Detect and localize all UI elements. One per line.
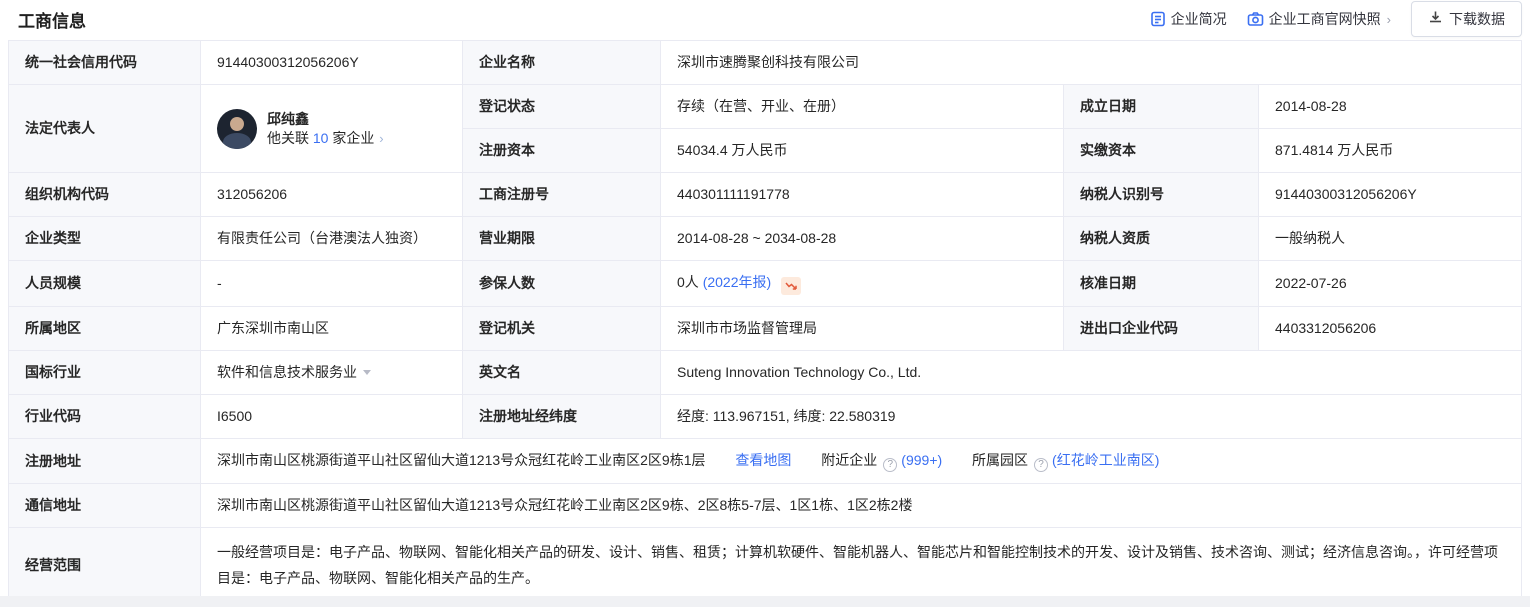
reg-authority-label: 登记机关 <box>463 307 661 351</box>
company-profile-link[interactable]: 企业简况 <box>1150 9 1227 29</box>
insured-count-cell: 0人 (2022年报) <box>661 261 1064 307</box>
page-background-strip <box>0 596 1530 607</box>
company-name-value: 深圳市速腾聚创科技有限公司 <box>661 41 1522 85</box>
industry-label: 国标行业 <box>9 351 201 395</box>
company-type-label: 企业类型 <box>9 217 201 261</box>
credit-code-label: 统一社会信用代码 <box>9 41 201 85</box>
credit-code-value: 91440300312056206Y <box>201 41 463 85</box>
legal-rep-label: 法定代表人 <box>9 85 201 173</box>
chevron-right-icon: › <box>1387 12 1391 27</box>
business-info-table: 统一社会信用代码 91440300312056206Y 企业名称 深圳市速腾聚创… <box>8 40 1522 603</box>
table-row: 法定代表人 邱纯鑫 他关联 10 家企业 › 登记状态 存续（在营、开业、在册）… <box>9 85 1522 129</box>
taxpayer-quality-label: 纳税人资质 <box>1064 217 1259 261</box>
english-name-label: 英文名 <box>463 351 661 395</box>
insured-count-label: 参保人数 <box>463 261 661 307</box>
mail-address-value: 深圳市南山区桃源街道平山社区留仙大道1213号众冠红花岭工业南区2区9栋、2区8… <box>201 484 1522 528</box>
paid-capital-value: 871.4814 万人民币 <box>1259 129 1522 173</box>
section-header: 工商信息 企业简况 企业工商官网快照 › 下载数据 <box>0 0 1530 40</box>
insured-count-value: 0人 <box>677 274 699 290</box>
table-row: 经营范围 一般经营项目是：电子产品、物联网、智能化相关产品的研发、设计、销售、租… <box>9 528 1522 603</box>
business-info-table-wrap: 统一社会信用代码 91440300312056206Y 企业名称 深圳市速腾聚创… <box>0 40 1530 603</box>
mail-address-label: 通信地址 <box>9 484 201 528</box>
table-row: 行业代码 I6500 注册地址经纬度 经度: 113.967151, 纬度: 2… <box>9 395 1522 439</box>
help-icon[interactable]: ? <box>1034 458 1048 472</box>
table-row: 企业类型 有限责任公司（台港澳法人独资） 营业期限 2014-08-28 ~ 2… <box>9 217 1522 261</box>
staff-size-label: 人员规模 <box>9 261 201 307</box>
business-term-value: 2014-08-28 ~ 2034-08-28 <box>661 217 1064 261</box>
official-snapshot-label: 企业工商官网快照 <box>1269 9 1381 29</box>
park-label: 所属园区 <box>972 452 1028 468</box>
staff-size-value: - <box>201 261 463 307</box>
nearby-companies-link[interactable]: (999+) <box>901 452 942 468</box>
related-suffix: 家企业 <box>332 130 374 146</box>
table-row: 通信地址 深圳市南山区桃源街道平山社区留仙大道1213号众冠红花岭工业南区2区9… <box>9 484 1522 528</box>
industry-cell: 软件和信息技术服务业 <box>201 351 463 395</box>
chevron-right-icon: › <box>379 131 383 146</box>
business-term-label: 营业期限 <box>463 217 661 261</box>
annual-report-link[interactable]: (2022年报) <box>703 274 771 290</box>
reg-address-cell: 深圳市南山区桃源街道平山社区留仙大道1213号众冠红花岭工业南区2区9栋1层 查… <box>201 439 1522 484</box>
region-value: 广东深圳市南山区 <box>201 307 463 351</box>
legal-rep-avatar[interactable] <box>217 109 257 149</box>
taxpayer-quality-value: 一般纳税人 <box>1259 217 1522 261</box>
declining-chart-icon[interactable] <box>781 277 801 295</box>
park-link[interactable]: (红花岭工业南区) <box>1052 452 1159 468</box>
business-scope-label: 经营范围 <box>9 528 201 603</box>
download-icon <box>1428 10 1443 28</box>
legal-rep-related[interactable]: 他关联 10 家企业 › <box>267 129 384 148</box>
table-row: 所属地区 广东深圳市南山区 登记机关 深圳市市场监督管理局 进出口企业代码 44… <box>9 307 1522 351</box>
reg-coordinates-value: 经度: 113.967151, 纬度: 22.580319 <box>661 395 1522 439</box>
org-code-label: 组织机构代码 <box>9 173 201 217</box>
company-profile-label: 企业简况 <box>1171 9 1227 29</box>
header-actions: 企业简况 企业工商官网快照 › 下载数据 <box>1150 1 1522 37</box>
camera-icon <box>1247 11 1264 27</box>
approval-date-value: 2022-07-26 <box>1259 261 1522 307</box>
approval-date-label: 核准日期 <box>1064 261 1259 307</box>
chevron-down-icon[interactable] <box>363 370 371 375</box>
industry-code-value: I6500 <box>201 395 463 439</box>
reg-status-label: 登记状态 <box>463 85 661 129</box>
table-row: 统一社会信用代码 91440300312056206Y 企业名称 深圳市速腾聚创… <box>9 41 1522 85</box>
import-export-code-value: 4403312056206 <box>1259 307 1522 351</box>
table-row: 人员规模 - 参保人数 0人 (2022年报) 核准日期 2022-07-26 <box>9 261 1522 307</box>
reg-coordinates-label: 注册地址经纬度 <box>463 395 661 439</box>
region-label: 所属地区 <box>9 307 201 351</box>
reg-status-value: 存续（在营、开业、在册） <box>661 85 1064 129</box>
taxpayer-id-value: 91440300312056206Y <box>1259 173 1522 217</box>
reg-number-value: 440301111191778 <box>661 173 1064 217</box>
document-icon <box>1150 11 1166 27</box>
nearby-companies-label: 附近企业 <box>821 452 877 468</box>
view-map-link[interactable]: 查看地图 <box>735 452 791 468</box>
paid-capital-label: 实缴资本 <box>1064 129 1259 173</box>
import-export-code-label: 进出口企业代码 <box>1064 307 1259 351</box>
reg-capital-value: 54034.4 万人民币 <box>661 129 1064 173</box>
business-scope-value: 一般经营项目是：电子产品、物联网、智能化相关产品的研发、设计、销售、租赁；计算机… <box>201 528 1522 603</box>
company-name-label: 企业名称 <box>463 41 661 85</box>
page-title: 工商信息 <box>18 7 86 32</box>
industry-value: 软件和信息技术服务业 <box>217 364 357 380</box>
download-data-button[interactable]: 下载数据 <box>1411 1 1522 37</box>
establish-date-value: 2014-08-28 <box>1259 85 1522 129</box>
legal-rep-name[interactable]: 邱纯鑫 <box>267 110 384 129</box>
legal-rep-cell: 邱纯鑫 他关联 10 家企业 › <box>201 85 463 173</box>
reg-number-label: 工商注册号 <box>463 173 661 217</box>
download-data-label: 下载数据 <box>1449 9 1505 29</box>
industry-code-label: 行业代码 <box>9 395 201 439</box>
reg-capital-label: 注册资本 <box>463 129 661 173</box>
related-count-link[interactable]: 10 <box>313 130 329 146</box>
help-icon[interactable]: ? <box>883 458 897 472</box>
related-prefix: 他关联 <box>267 130 309 146</box>
reg-address-value: 深圳市南山区桃源街道平山社区留仙大道1213号众冠红花岭工业南区2区9栋1层 <box>217 452 706 468</box>
taxpayer-id-label: 纳税人识别号 <box>1064 173 1259 217</box>
reg-address-label: 注册地址 <box>9 439 201 484</box>
official-snapshot-link[interactable]: 企业工商官网快照 › <box>1247 9 1391 29</box>
establish-date-label: 成立日期 <box>1064 85 1259 129</box>
company-type-value: 有限责任公司（台港澳法人独资） <box>201 217 463 261</box>
english-name-value: Suteng Innovation Technology Co., Ltd. <box>661 351 1522 395</box>
org-code-value: 312056206 <box>201 173 463 217</box>
table-row: 组织机构代码 312056206 工商注册号 440301111191778 纳… <box>9 173 1522 217</box>
table-row: 注册地址 深圳市南山区桃源街道平山社区留仙大道1213号众冠红花岭工业南区2区9… <box>9 439 1522 484</box>
table-row: 国标行业 软件和信息技术服务业 英文名 Suteng Innovation Te… <box>9 351 1522 395</box>
reg-authority-value: 深圳市市场监督管理局 <box>661 307 1064 351</box>
